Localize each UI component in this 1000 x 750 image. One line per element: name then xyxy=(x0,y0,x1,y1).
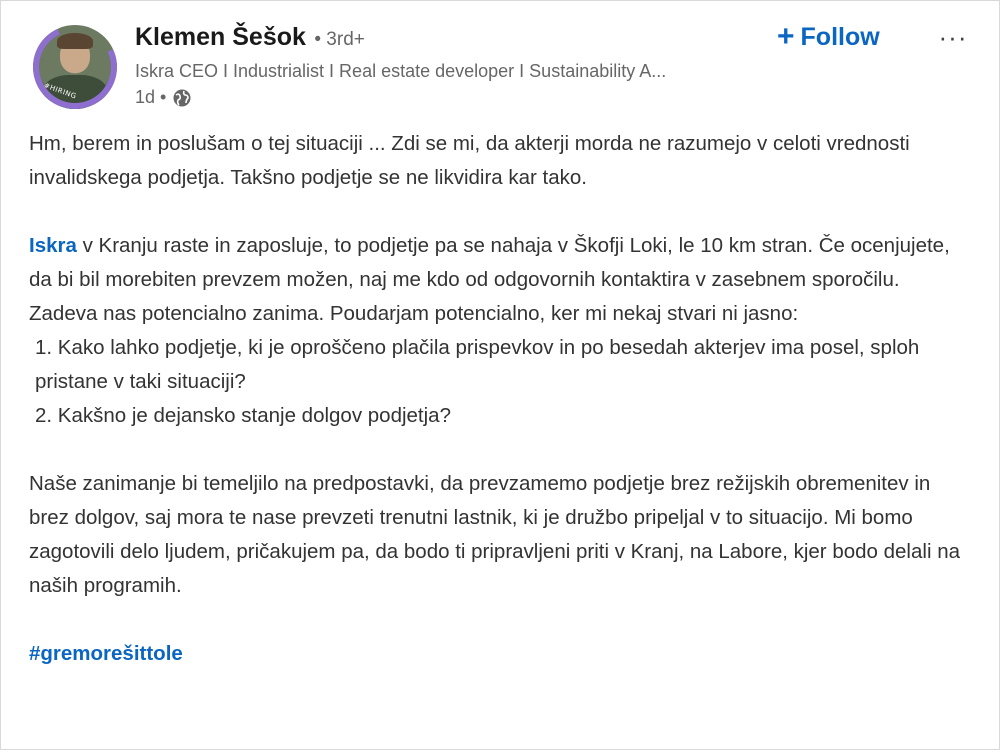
list-item: 1. Kako lahko podjetje, ki je oproščeno … xyxy=(35,336,920,393)
paragraph-offer: Iskra v Kranju raste in zaposluje, to po… xyxy=(29,229,969,331)
post-meta: 1d • xyxy=(135,87,192,108)
author-headline: Iskra CEO I Industrialist I Real estate … xyxy=(135,61,667,81)
paragraph-intro: Hm, berem in poslušam o tej situaciji ..… xyxy=(29,132,910,189)
company-mention-link[interactable]: Iskra xyxy=(29,234,77,257)
paragraph-offer-text: v Kranju raste in zaposluje, to podjetje… xyxy=(29,234,950,325)
post-body: Hm, berem in poslušam o tej situaciji ..… xyxy=(29,127,969,671)
hashtag-link[interactable]: #gremorešittole xyxy=(29,642,183,665)
follow-label: Follow xyxy=(800,22,880,51)
follow-button[interactable]: + Follow xyxy=(777,19,880,55)
connection-degree: • 3rd+ xyxy=(314,29,365,50)
list-item: 2. Kakšno je dejansko stanje dolgov podj… xyxy=(35,404,451,427)
post-header: #HIRING Klemen Šešok • 3rd+ Iskra CEO I … xyxy=(29,19,973,119)
more-options-button[interactable]: ··· xyxy=(933,19,973,55)
paragraph-conditions: Naše zanimanje bi temeljilo na predposta… xyxy=(29,472,960,597)
post-time: 1d • xyxy=(135,87,167,107)
globe-icon xyxy=(173,89,191,106)
plus-icon: + xyxy=(777,20,795,53)
more-icon: ··· xyxy=(938,21,968,52)
feed-post-card: #HIRING Klemen Šešok • 3rd+ Iskra CEO I … xyxy=(0,0,1000,750)
author-name[interactable]: Klemen Šešok xyxy=(135,23,306,51)
author-name-row: Klemen Šešok • 3rd+ xyxy=(135,23,365,57)
author-avatar[interactable]: #HIRING xyxy=(33,25,117,109)
